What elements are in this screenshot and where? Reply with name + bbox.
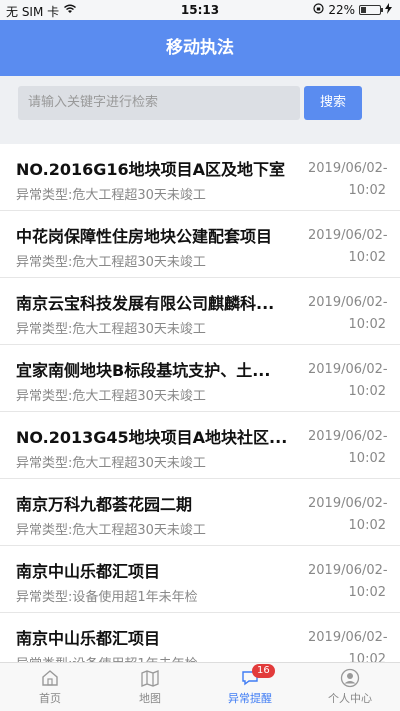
search-bar: 请输入关键字进行检索 搜索: [0, 76, 400, 144]
list-item[interactable]: 南京万科九都荟花园二期 异常类型:危大工程超30天未竣工 2019/06/02-…: [0, 479, 400, 546]
item-date: 2019/06/02- 10:02: [308, 295, 388, 332]
tab-home[interactable]: 首页: [0, 663, 100, 711]
item-title: NO.2013G45地块项目A地块社区...: [16, 428, 288, 447]
item-title: 南京中山乐都汇项目: [16, 562, 161, 581]
user-icon: [340, 668, 360, 688]
status-right: 22%: [313, 3, 392, 17]
item-date: 2019/06/02- 10:02: [308, 362, 388, 399]
battery-percent: 22%: [328, 3, 355, 17]
tab-label: 首页: [39, 692, 61, 705]
item-date: 2019/06/02- 10:02: [308, 496, 388, 533]
item-type: 异常类型:危大工程超30天未竣工: [16, 322, 206, 337]
tab-label: 地图: [139, 692, 161, 705]
list-item[interactable]: 宜家南侧地块B标段基坑支护、土... 异常类型:危大工程超30天未竣工 2019…: [0, 345, 400, 412]
item-type: 异常类型:危大工程超30天未竣工: [16, 188, 206, 203]
item-title: 南京万科九都荟花园二期: [16, 495, 193, 514]
search-input[interactable]: 请输入关键字进行检索: [18, 86, 300, 120]
list-item[interactable]: NO.2013G45地块项目A地块社区... 异常类型:危大工程超30天未竣工 …: [0, 412, 400, 479]
tab-label: 个人中心: [328, 692, 372, 705]
list-item[interactable]: 南京云宝科技发展有限公司麒麟科... 异常类型:危大工程超30天未竣工 2019…: [0, 278, 400, 345]
item-date: 2019/06/02- 10:02: [308, 630, 388, 662]
item-title: NO.2016G16地块项目A区及地下室: [16, 160, 286, 179]
item-title: 南京云宝科技发展有限公司麒麟科...: [16, 294, 275, 313]
item-type: 异常类型:危大工程超30天未竣工: [16, 523, 206, 538]
tab-map[interactable]: 地图: [100, 663, 200, 711]
item-title: 中花岗保障性住房地块公建配套项目: [16, 227, 273, 246]
item-title: 宜家南侧地块B标段基坑支护、土...: [16, 361, 271, 380]
map-icon: [140, 668, 160, 688]
item-date: 2019/06/02- 10:02: [308, 161, 388, 198]
list-item[interactable]: 中花岗保障性住房地块公建配套项目 异常类型:危大工程超30天未竣工 2019/0…: [0, 211, 400, 278]
tab-bar: 首页 地图 16 异常提醒 个人中心: [0, 662, 400, 711]
list-item[interactable]: 南京中山乐都汇项目 异常类型:设备使用超1年未年检 2019/06/02-10:…: [0, 546, 400, 613]
status-bar: 无 SIM 卡 15:13 22%: [0, 0, 400, 20]
item-type: 异常类型:危大工程超30天未竣工: [16, 255, 206, 270]
battery-icon: [359, 5, 383, 15]
tab-label: 异常提醒: [228, 692, 272, 705]
orientation-lock-icon: [313, 3, 324, 17]
charging-icon: [385, 3, 392, 17]
item-type: 异常类型:设备使用超1年未年检: [16, 653, 198, 662]
item-type: 异常类型:危大工程超30天未竣工: [16, 389, 206, 404]
alert-list: NO.2016G16地块项目A区及地下室 异常类型:危大工程超30天未竣工 20…: [0, 144, 400, 662]
item-date: 2019/06/02- 10:02: [308, 429, 388, 466]
list-item[interactable]: 南京中山乐都汇项目 异常类型:设备使用超1年未年检 2019/06/02-10:…: [0, 613, 400, 662]
home-icon: [40, 668, 60, 688]
item-type: 异常类型:设备使用超1年未年检: [16, 590, 198, 605]
page-header: 移动执法: [0, 20, 400, 76]
item-type: 异常类型:危大工程超30天未竣工: [16, 456, 206, 471]
item-date: 2019/06/02- 10:02: [308, 563, 388, 600]
tab-profile[interactable]: 个人中心: [300, 663, 400, 711]
item-title: 南京中山乐都汇项目: [16, 629, 161, 648]
tab-alerts[interactable]: 16 异常提醒: [200, 663, 300, 711]
list-item[interactable]: NO.2016G16地块项目A区及地下室 异常类型:危大工程超30天未竣工 20…: [0, 144, 400, 211]
item-date: 2019/06/02- 10:02: [308, 228, 388, 265]
page-title: 移动执法: [166, 38, 234, 58]
alert-count-badge: 16: [252, 664, 275, 678]
search-button[interactable]: 搜索: [304, 86, 362, 120]
